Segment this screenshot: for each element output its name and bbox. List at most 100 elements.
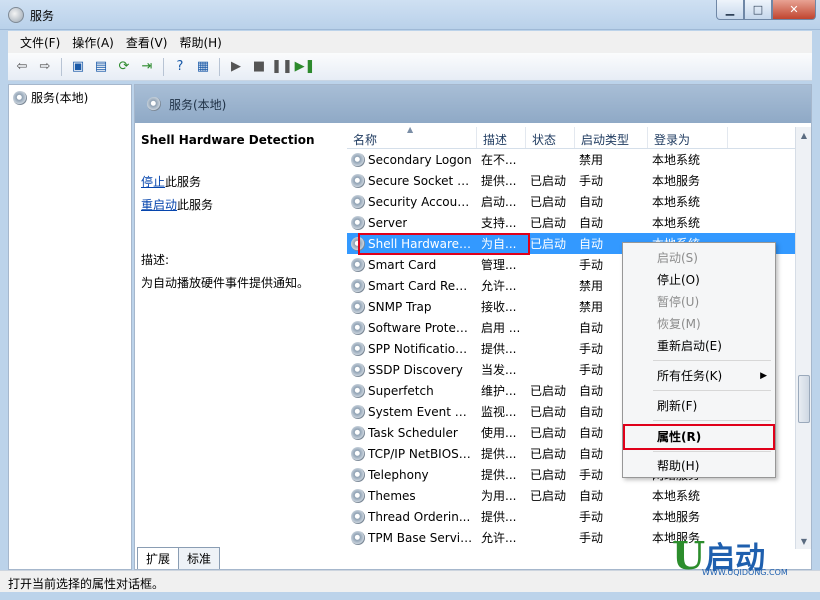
column-header-description[interactable]: 描述 bbox=[477, 127, 526, 148]
help-icon[interactable]: ? bbox=[170, 57, 190, 77]
status-text: 打开当前选择的属性对话框。 bbox=[8, 577, 165, 591]
log-on-as-cell: 本地系统 bbox=[652, 153, 701, 167]
column-header-status[interactable]: 状态 bbox=[526, 127, 575, 148]
menu-file[interactable]: 文件(F) bbox=[14, 34, 66, 51]
service-name-cell: Telephony bbox=[347, 467, 477, 482]
gear-icon bbox=[351, 341, 365, 356]
startup-type-cell: 禁用 bbox=[579, 153, 604, 167]
service-name-cell: Secondary Logon bbox=[347, 152, 477, 167]
export-list-icon[interactable]: ⇥ bbox=[137, 57, 157, 77]
menu-separator bbox=[653, 420, 771, 421]
gear-icon bbox=[351, 299, 365, 314]
menu-separator bbox=[653, 390, 771, 391]
gear-icon bbox=[351, 509, 365, 524]
description-cell: 提供... bbox=[481, 510, 517, 524]
tab-extended[interactable]: 扩展 bbox=[137, 547, 180, 569]
maximize-button[interactable]: □ bbox=[744, 0, 772, 20]
description-cell: 提供... bbox=[481, 174, 517, 188]
gear-icon bbox=[351, 488, 365, 503]
status-cell: 已启动 bbox=[530, 447, 567, 461]
selected-row-highlight-box bbox=[358, 233, 530, 255]
menu-item-stop[interactable]: 停止(O) bbox=[623, 269, 775, 290]
restart-service-icon[interactable]: ▶❚ bbox=[295, 57, 316, 77]
description-cell: 允许... bbox=[481, 279, 517, 293]
description-cell: 提供... bbox=[481, 447, 517, 461]
gear-icon bbox=[351, 257, 365, 272]
pause-service-icon[interactable]: ❚❚ bbox=[271, 57, 293, 77]
log-on-as-cell: 本地系统 bbox=[652, 489, 701, 503]
log-on-as-cell: 本地服务 bbox=[652, 510, 701, 524]
description-cell: 提供... bbox=[481, 468, 517, 482]
toolbar: ⇦ ⇨ ▣ ▤ ⟳ ⇥ ? ▦ ▶ ■ ❚❚ ▶❚ bbox=[8, 53, 812, 81]
status-cell: 已启动 bbox=[530, 405, 567, 419]
tree-item-services-local[interactable]: 服务(本地) bbox=[13, 89, 88, 106]
description-text: 为自动播放硬件事件提供通知。 bbox=[141, 276, 310, 290]
services-gear-icon bbox=[8, 7, 24, 23]
service-name: Shell Hardware Detection bbox=[141, 133, 315, 147]
table-row[interactable]: Themes 为用... 已启动 自动 本地系统 bbox=[347, 485, 809, 506]
minimize-icon: ▁ bbox=[725, 3, 735, 16]
gear-icon bbox=[351, 383, 365, 398]
column-header-log-on-as[interactable]: 登录为 bbox=[648, 127, 728, 148]
window-title: 服务 bbox=[30, 9, 55, 23]
table-header: ▲ 名称 描述 状态 启动类型 登录为 bbox=[347, 127, 809, 149]
scrollbar-thumb[interactable] bbox=[798, 375, 810, 423]
minimize-button[interactable]: ▁ bbox=[716, 0, 744, 20]
table-row[interactable]: Server 支持... 已启动 自动 本地系统 bbox=[347, 212, 809, 233]
properties-icon[interactable]: ▤ bbox=[91, 57, 111, 77]
startup-type-cell: 手动 bbox=[579, 510, 604, 524]
startup-type-cell: 手动 bbox=[579, 531, 604, 545]
back-arrow-icon[interactable]: ⇦ bbox=[12, 57, 32, 77]
gear-icon bbox=[147, 97, 161, 111]
menu-separator bbox=[653, 360, 771, 361]
status-cell: 已启动 bbox=[530, 384, 567, 398]
menu-help[interactable]: 帮助(H) bbox=[173, 34, 227, 51]
start-service-icon[interactable]: ▶ bbox=[226, 57, 246, 77]
restart-action: 重启动此服务 bbox=[141, 196, 341, 213]
menu-item-pause[interactable]: 暂停(U) bbox=[623, 291, 775, 312]
gear-icon bbox=[351, 530, 365, 545]
stop-suffix: 此服务 bbox=[165, 175, 202, 189]
tab-standard[interactable]: 标准 bbox=[178, 547, 221, 569]
service-name-cell: Secure Socket T... bbox=[347, 173, 477, 188]
menu-item-all-tasks[interactable]: 所有任务(K) ▶ bbox=[623, 365, 775, 386]
scroll-up-icon[interactable]: ▲ bbox=[796, 127, 812, 143]
stop-service-icon[interactable]: ■ bbox=[249, 57, 269, 77]
action-pane-icon[interactable]: ▦ bbox=[193, 57, 213, 77]
show-hide-tree-icon[interactable]: ▣ bbox=[68, 57, 88, 77]
stop-service-link[interactable]: 停止 bbox=[141, 175, 165, 189]
gear-icon bbox=[351, 362, 365, 377]
table-row[interactable]: Secure Socket T... 提供... 已启动 手动 本地服务 bbox=[347, 170, 809, 191]
service-name-cell: TCP/IP NetBIOS ... bbox=[347, 446, 477, 461]
status-cell: 已启动 bbox=[530, 489, 567, 503]
title-bar: 服务 ▁ □ ✕ bbox=[0, 0, 820, 30]
gear-icon bbox=[351, 194, 365, 209]
vertical-scrollbar[interactable]: ▲ ▼ bbox=[795, 127, 811, 549]
toolbar-divider bbox=[163, 57, 164, 76]
gear-icon bbox=[351, 152, 365, 167]
menu-item-help[interactable]: 帮助(H) bbox=[623, 455, 775, 476]
status-cell: 已启动 bbox=[530, 237, 567, 251]
toolbar-divider bbox=[61, 57, 62, 76]
status-cell: 已启动 bbox=[530, 174, 567, 188]
forward-arrow-icon[interactable]: ⇨ bbox=[35, 57, 55, 77]
startup-type-cell: 手动 bbox=[579, 174, 604, 188]
column-header-name[interactable]: ▲ 名称 bbox=[347, 127, 477, 148]
menu-view[interactable]: 查看(V) bbox=[120, 34, 174, 51]
close-button[interactable]: ✕ bbox=[772, 0, 816, 20]
description-cell: 监视... bbox=[481, 405, 517, 419]
menu-item-refresh[interactable]: 刷新(F) bbox=[623, 395, 775, 416]
menu-item-start[interactable]: 启动(S) bbox=[623, 247, 775, 268]
table-row[interactable]: Security Account... 启动... 已启动 自动 本地系统 bbox=[347, 191, 809, 212]
table-row[interactable]: Secondary Logon 在不... 禁用 本地系统 bbox=[347, 149, 809, 170]
table-row[interactable]: Thread Orderin... 提供... 手动 本地服务 bbox=[347, 506, 809, 527]
menu-item-resume[interactable]: 恢复(M) bbox=[623, 313, 775, 334]
restart-service-link[interactable]: 重启动 bbox=[141, 198, 177, 212]
menu-action[interactable]: 操作(A) bbox=[66, 34, 120, 51]
refresh-icon[interactable]: ⟳ bbox=[114, 57, 134, 77]
menu-item-restart[interactable]: 重新启动(E) bbox=[623, 335, 775, 356]
description-cell: 在不... bbox=[481, 153, 517, 167]
column-header-startup-type[interactable]: 启动类型 bbox=[575, 127, 648, 148]
startup-type-cell: 自动 bbox=[579, 216, 604, 230]
log-on-as-cell: 本地系统 bbox=[652, 195, 701, 209]
